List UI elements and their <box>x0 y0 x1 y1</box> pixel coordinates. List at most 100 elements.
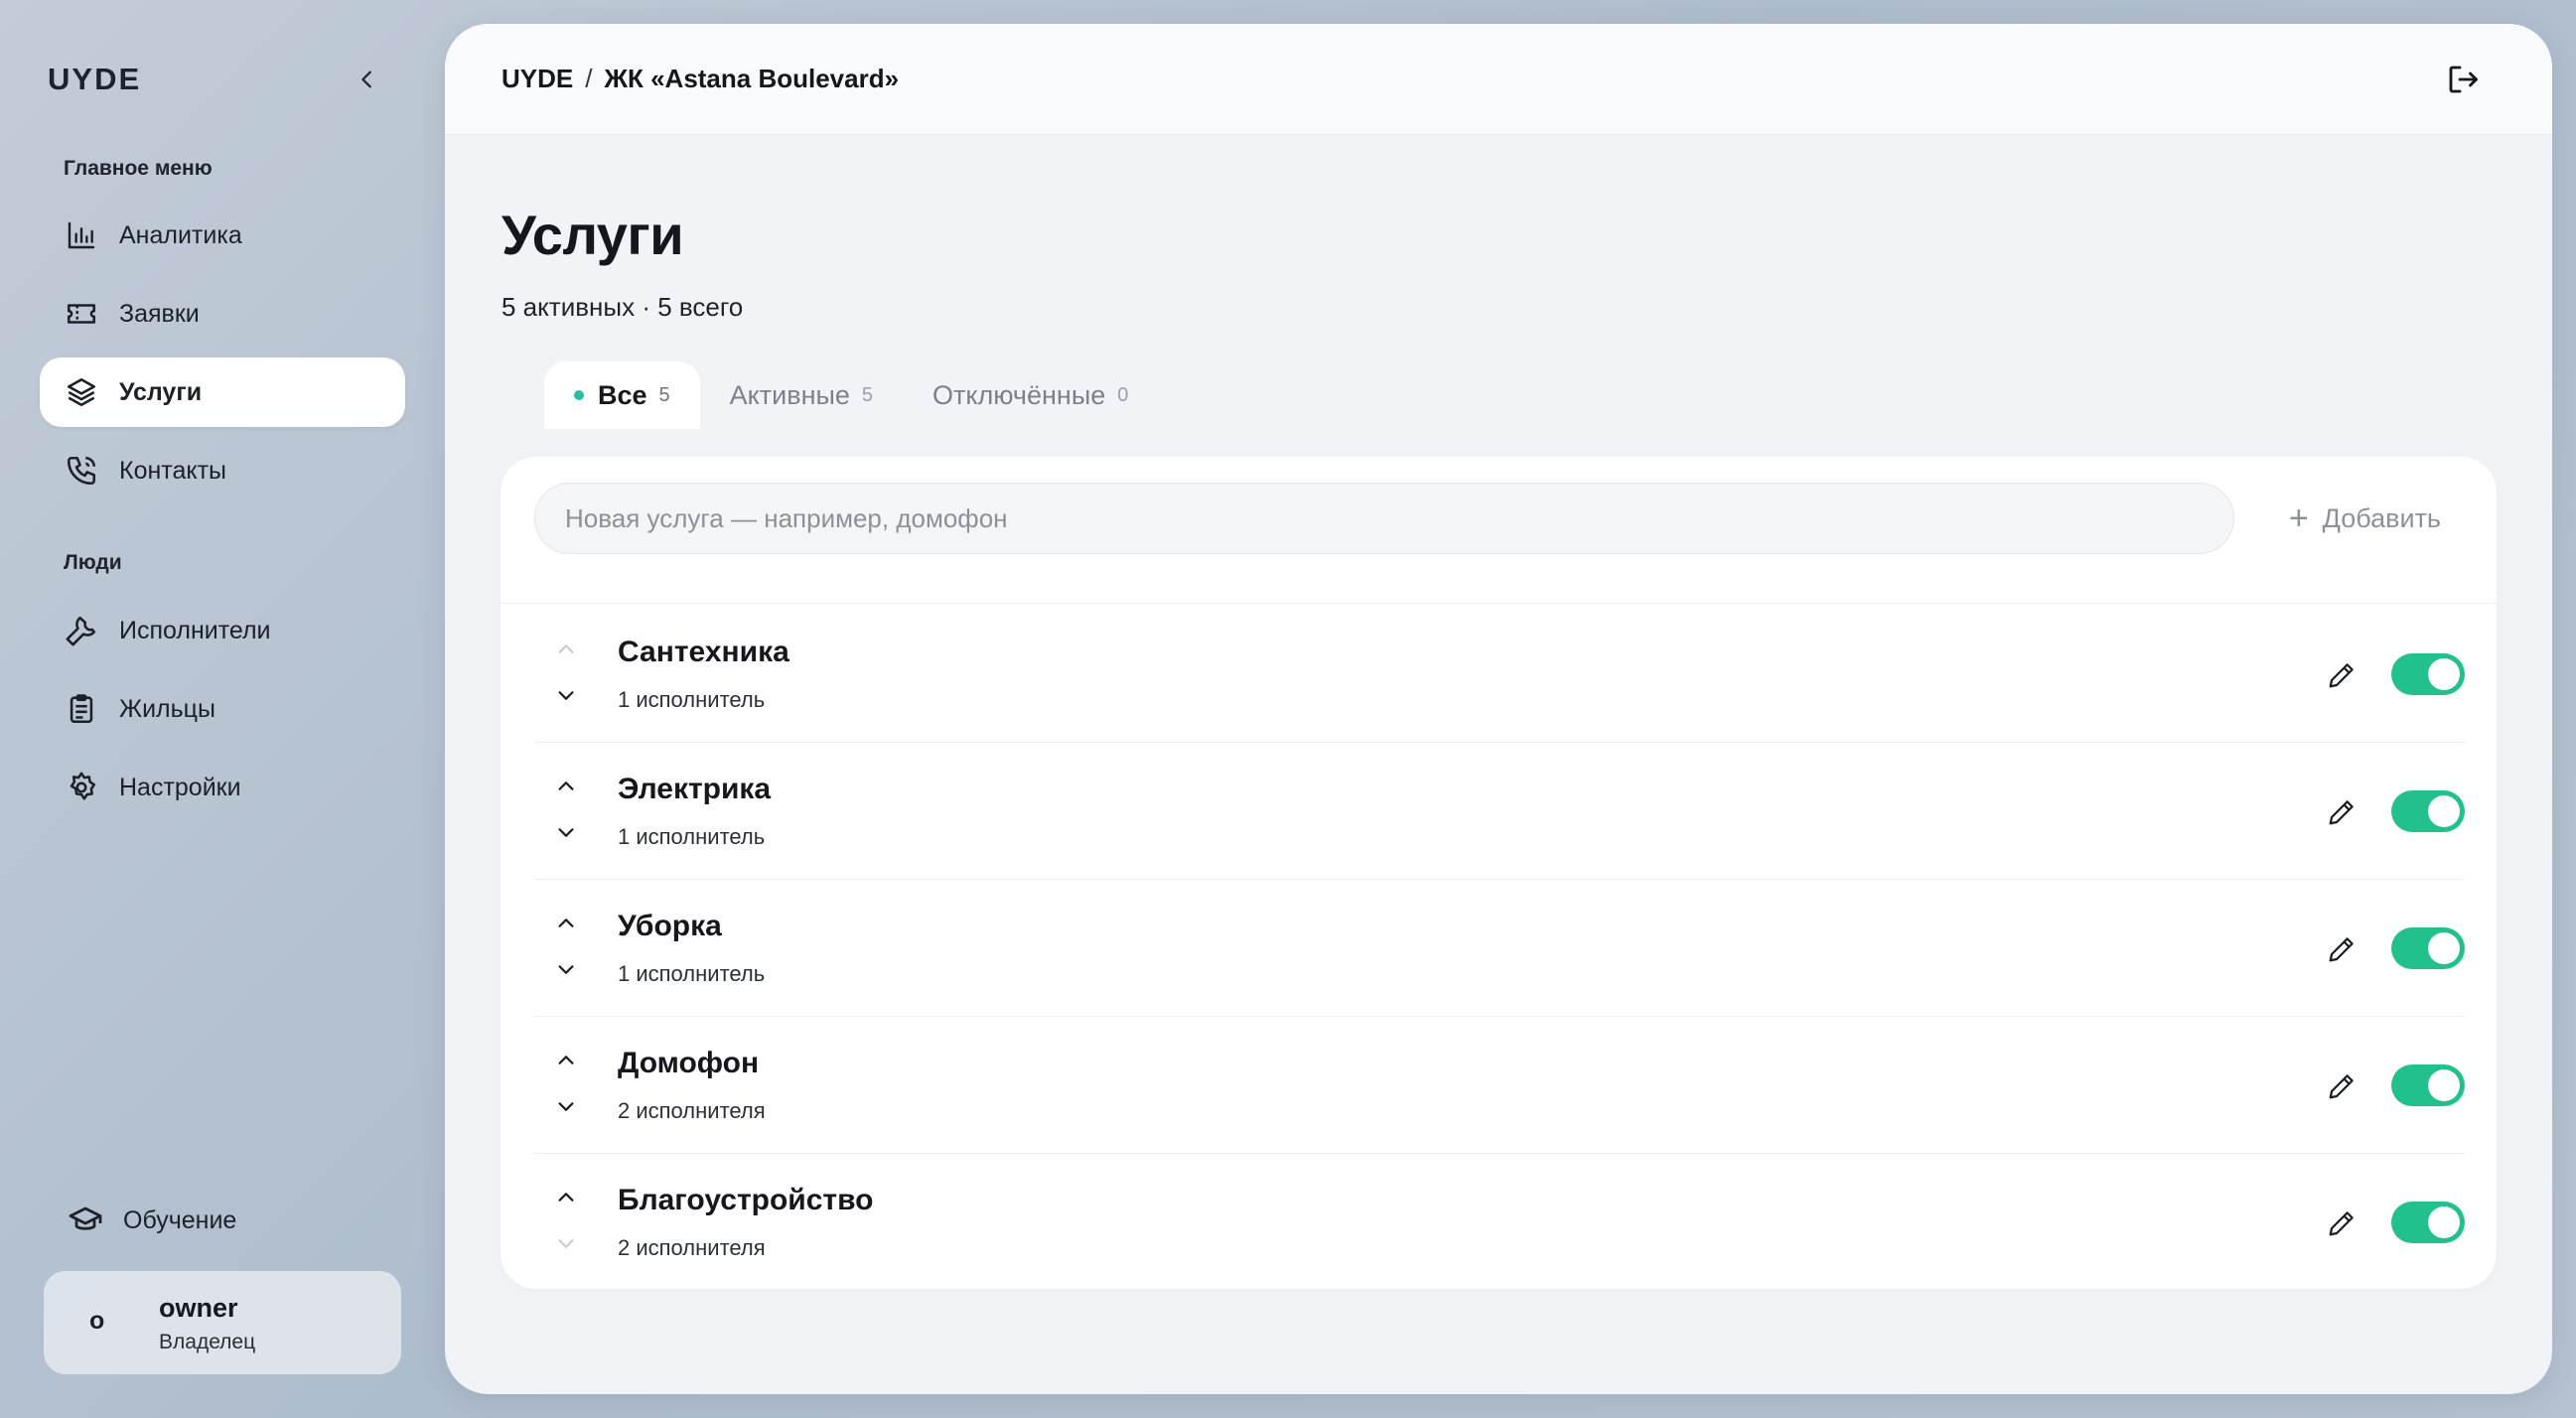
service-name: Благоустройство <box>618 1184 874 1216</box>
toggle-knob <box>2428 932 2460 964</box>
ticket-icon <box>64 296 99 332</box>
add-service-row: + Добавить <box>501 457 2497 604</box>
user-card[interactable]: o owner Владелец <box>44 1271 401 1374</box>
avatar: o <box>89 1307 105 1335</box>
new-service-input[interactable] <box>534 483 2234 554</box>
sidebar-item-label: Настройки <box>119 773 241 801</box>
sidebar-item-executors[interactable]: Исполнители <box>40 596 405 665</box>
move-down-button[interactable] <box>550 1090 582 1122</box>
breadcrumb-separator: / <box>585 64 593 93</box>
tab-count: 5 <box>861 383 874 406</box>
top-bar: UYDE / ЖК «Astana Boulevard» <box>445 24 2552 135</box>
move-up-button[interactable] <box>550 1045 582 1076</box>
chevron-down-icon <box>558 828 574 837</box>
gear-icon <box>64 770 99 805</box>
sidebar: UYDE Главное меню Аналитика Заявки Услуг… <box>0 0 437 1418</box>
sidebar-item-label: Жильцы <box>119 694 215 723</box>
active-dot-icon <box>574 390 584 400</box>
pencil-icon <box>2329 663 2354 688</box>
tab-label: Все <box>598 379 647 410</box>
logout-button[interactable] <box>2443 60 2483 99</box>
service-name: Уборка <box>618 910 722 942</box>
sidebar-item-label: Услуги <box>119 377 203 406</box>
chevron-down-icon <box>558 965 574 974</box>
tab-active[interactable]: Активные 5 <box>700 361 903 429</box>
toggle-knob <box>2428 1206 2460 1238</box>
toggle-knob <box>2428 795 2460 827</box>
move-down-button[interactable] <box>550 679 582 711</box>
collapse-sidebar-button[interactable] <box>350 62 385 97</box>
section-label-people: Люди <box>64 551 122 574</box>
service-executors-count: 1 исполнитель <box>618 687 766 712</box>
move-down-button[interactable] <box>550 816 582 848</box>
service-row: Электрика 1 исполнитель <box>534 743 2465 880</box>
logout-icon <box>2449 66 2478 93</box>
move-down-button[interactable] <box>550 953 582 985</box>
chevron-up-icon <box>558 781 574 790</box>
service-enabled-toggle[interactable] <box>2391 1202 2465 1243</box>
service-row: Уборка 1 исполнитель <box>534 880 2465 1017</box>
sidebar-item-label: Обучение <box>123 1205 237 1234</box>
user-role: Владелец <box>159 1331 256 1353</box>
section-label-main: Главное меню <box>64 157 213 180</box>
chevron-down-icon <box>558 1102 574 1111</box>
move-up-button[interactable] <box>550 634 582 665</box>
edit-service-button[interactable] <box>2322 655 2361 695</box>
breadcrumb: UYDE / ЖК «Astana Boulevard» <box>501 64 899 94</box>
chevron-down-icon <box>558 1239 574 1248</box>
chevron-up-icon <box>558 644 574 653</box>
service-executors-count: 1 исполнитель <box>618 824 766 849</box>
service-row: Сантехника 1 исполнитель <box>534 606 2465 743</box>
move-up-button[interactable] <box>550 908 582 939</box>
brand-logo[interactable]: UYDE <box>48 62 141 97</box>
sidebar-item-settings[interactable]: Настройки <box>40 753 405 822</box>
service-enabled-toggle[interactable] <box>2391 1064 2465 1106</box>
service-name: Электрика <box>618 773 772 805</box>
layers-icon <box>64 374 99 410</box>
page-subtitle: 5 активных · 5 всего <box>501 292 744 322</box>
bar-chart-icon <box>64 217 99 253</box>
edit-service-button[interactable] <box>2322 792 2361 832</box>
add-service-button[interactable]: + Добавить <box>2289 495 2441 542</box>
tab-label: Активные <box>729 379 850 410</box>
move-down-button[interactable] <box>550 1227 582 1259</box>
tab-count: 0 <box>1117 383 1129 406</box>
filter-tabs: Все 5 Активные 5 Отключённые 0 <box>544 361 1158 429</box>
page-title: Услуги <box>501 204 684 266</box>
service-enabled-toggle[interactable] <box>2391 927 2465 969</box>
graduation-cap-icon <box>68 1203 103 1238</box>
sidebar-item-learning[interactable]: Обучение <box>44 1186 409 1255</box>
sidebar-item-label: Заявки <box>119 299 200 328</box>
toggle-knob <box>2428 658 2460 690</box>
pencil-icon <box>2329 937 2354 962</box>
edit-service-button[interactable] <box>2322 929 2361 969</box>
service-row: Благоустройство 2 исполнителя <box>534 1154 2465 1291</box>
move-up-button[interactable] <box>550 771 582 802</box>
tab-disabled[interactable]: Отключённые 0 <box>903 361 1158 429</box>
service-row: Домофон 2 исполнителя <box>534 1017 2465 1154</box>
sidebar-item-label: Исполнители <box>119 616 271 644</box>
sidebar-item-label: Контакты <box>119 456 226 485</box>
sidebar-item-contacts[interactable]: Контакты <box>40 436 405 505</box>
breadcrumb-current: ЖК «Astana Boulevard» <box>604 64 900 93</box>
move-up-button[interactable] <box>550 1182 582 1213</box>
service-enabled-toggle[interactable] <box>2391 790 2465 832</box>
toggle-knob <box>2428 1069 2460 1101</box>
sidebar-item-requests[interactable]: Заявки <box>40 279 405 349</box>
add-button-label: Добавить <box>2322 502 2441 533</box>
sidebar-item-services[interactable]: Услуги <box>40 357 405 427</box>
edit-service-button[interactable] <box>2322 1066 2361 1106</box>
tab-all[interactable]: Все 5 <box>544 361 700 429</box>
tab-label: Отключённые <box>932 379 1106 410</box>
phone-icon <box>64 453 99 489</box>
clipboard-icon <box>64 691 99 727</box>
service-executors-count: 1 исполнитель <box>618 961 766 986</box>
edit-service-button[interactable] <box>2322 1204 2361 1243</box>
chevron-down-icon <box>558 691 574 700</box>
service-enabled-toggle[interactable] <box>2391 653 2465 695</box>
main-panel: UYDE / ЖК «Astana Boulevard» Услуги 5 ак… <box>445 24 2552 1394</box>
service-name: Сантехника <box>618 636 789 668</box>
sidebar-item-residents[interactable]: Жильцы <box>40 674 405 744</box>
sidebar-item-analytics[interactable]: Аналитика <box>40 201 405 270</box>
breadcrumb-root[interactable]: UYDE <box>501 64 573 94</box>
